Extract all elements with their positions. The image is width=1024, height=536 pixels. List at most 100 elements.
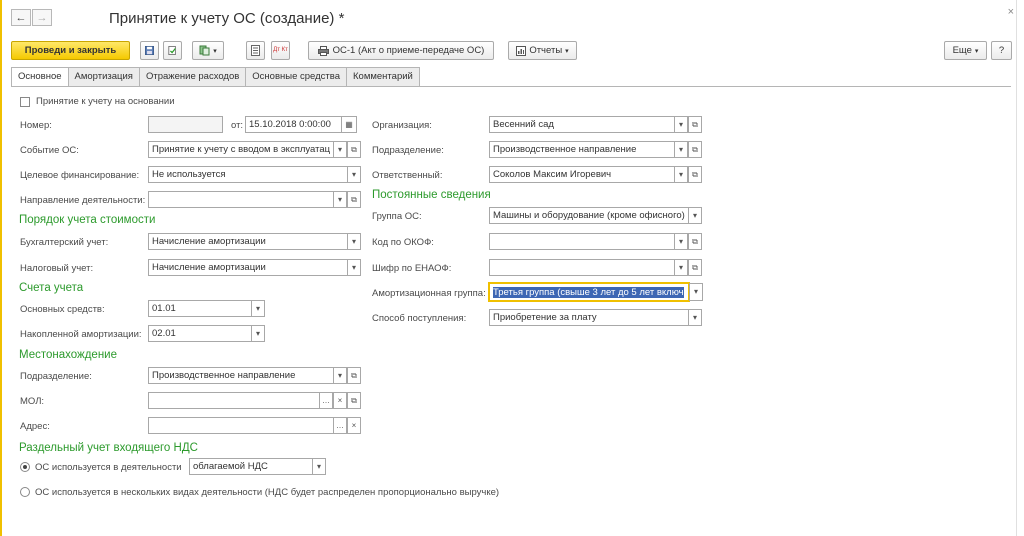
accounting-field[interactable]: Начисление амортизации xyxy=(148,233,348,250)
receipt-method-dropdown[interactable]: ▾ xyxy=(688,309,702,326)
open-icon: ⧉ xyxy=(692,145,698,154)
close-icon[interactable]: × xyxy=(1008,6,1014,18)
tax-dropdown[interactable]: ▾ xyxy=(347,259,361,276)
structure-button[interactable] xyxy=(246,41,265,60)
organization-field[interactable]: Весенний сад xyxy=(489,116,675,133)
open-icon: ⧉ xyxy=(692,263,698,272)
radio-single-activity[interactable] xyxy=(20,462,30,472)
tax-field[interactable]: Начисление амортизации xyxy=(148,259,348,276)
tab-bar: Основное Амортизация Отражение расходов … xyxy=(11,67,420,87)
save-button[interactable] xyxy=(140,41,159,60)
section-constant-info: Постоянные сведения xyxy=(372,189,491,201)
amortization-group-dropdown[interactable]: ▾ xyxy=(689,283,703,301)
address-select-button[interactable]: … xyxy=(333,417,347,434)
target-field[interactable]: Не используется xyxy=(148,166,348,183)
chevron-down-icon: ▾ xyxy=(255,304,260,313)
enaof-field[interactable] xyxy=(489,259,675,276)
depreciation-account-dropdown[interactable]: ▾ xyxy=(251,325,265,342)
division-open-button[interactable]: ⧉ xyxy=(688,141,702,158)
enaof-dropdown[interactable]: ▾ xyxy=(674,259,688,276)
depreciation-account-field[interactable]: 02.01 xyxy=(148,325,252,342)
page-title: Принятие к учету ОС (создание) * xyxy=(109,10,345,27)
open-icon: ⧉ xyxy=(351,145,357,154)
list-document-icon xyxy=(251,45,260,56)
date-label: от: xyxy=(231,120,244,131)
window-edge xyxy=(0,0,2,536)
location-division-open-button[interactable]: ⧉ xyxy=(347,367,361,384)
mol-field[interactable] xyxy=(148,392,320,409)
back-arrow-icon: ← xyxy=(15,11,27,24)
tab-comment[interactable]: Комментарий xyxy=(346,67,420,86)
tab-main[interactable]: Основное xyxy=(11,67,69,87)
tab-expenses[interactable]: Отражение расходов xyxy=(138,67,247,86)
back-button[interactable]: ← xyxy=(11,9,31,26)
ellipsis-icon: … xyxy=(336,421,344,430)
fixed-assets-account-label: Основных средств: xyxy=(20,304,105,315)
chevron-down-icon: ▾ xyxy=(337,145,342,154)
tab-depreciation[interactable]: Амортизация xyxy=(67,67,140,86)
okof-field[interactable] xyxy=(489,233,675,250)
event-dropdown[interactable]: ▾ xyxy=(333,141,347,158)
ellipsis-icon: … xyxy=(322,396,330,405)
section-cost-order: Порядок учета стоимости xyxy=(19,214,156,226)
more-button[interactable]: Еще ▾ xyxy=(944,41,987,60)
receipt-method-field[interactable]: Приобретение за плату xyxy=(489,309,689,326)
number-field[interactable] xyxy=(148,116,223,133)
vat-activity-field[interactable]: облагаемой НДС xyxy=(189,458,313,475)
direction-open-button[interactable]: ⧉ xyxy=(347,191,361,208)
division-dropdown[interactable]: ▾ xyxy=(674,141,688,158)
target-label: Целевое финансирование: xyxy=(20,170,140,181)
mol-select-button[interactable]: … xyxy=(319,392,333,409)
open-icon: ⧉ xyxy=(351,396,357,405)
group-dropdown[interactable]: ▾ xyxy=(688,207,702,224)
dt-kt-button[interactable]: Дт Кт xyxy=(271,41,290,60)
target-dropdown[interactable]: ▾ xyxy=(347,166,361,183)
create-based-on-button[interactable]: ▾ xyxy=(192,41,224,60)
open-icon: ⧉ xyxy=(692,170,698,179)
direction-dropdown[interactable]: ▾ xyxy=(333,191,347,208)
chevron-down-icon: ▾ xyxy=(974,47,979,55)
clear-icon: × xyxy=(337,396,343,405)
tab-fixed-assets[interactable]: Основные средства xyxy=(245,67,347,86)
reports-button[interactable]: Отчеты ▾ xyxy=(508,41,577,60)
vat-activity-dropdown[interactable]: ▾ xyxy=(312,458,326,475)
radio-multiple-activities[interactable] xyxy=(20,487,30,497)
help-button[interactable]: ? xyxy=(991,41,1012,60)
address-clear-button[interactable]: × xyxy=(347,417,361,434)
address-field[interactable] xyxy=(148,417,334,434)
calendar-button[interactable]: ▦ xyxy=(341,116,357,133)
organization-dropdown[interactable]: ▾ xyxy=(674,116,688,133)
okof-open-button[interactable]: ⧉ xyxy=(688,233,702,250)
responsible-field[interactable]: Соколов Максим Игоревич xyxy=(489,166,675,183)
mol-open-button[interactable]: ⧉ xyxy=(347,392,361,409)
radio-multiple-activities-label: ОС используется в нескольких видах деяте… xyxy=(35,487,500,498)
post-button[interactable] xyxy=(163,41,182,60)
okof-dropdown[interactable]: ▾ xyxy=(674,233,688,250)
accounting-label: Бухгалтерский учет: xyxy=(20,237,109,248)
section-location: Местонахождение xyxy=(19,349,117,361)
enaof-open-button[interactable]: ⧉ xyxy=(688,259,702,276)
date-field[interactable]: 15.10.2018 0:00:00 xyxy=(245,116,342,133)
printer-icon xyxy=(317,45,329,56)
division-field[interactable]: Производственное направление xyxy=(489,141,675,158)
accounting-dropdown[interactable]: ▾ xyxy=(347,233,361,250)
forward-button[interactable]: → xyxy=(32,9,52,26)
calendar-icon: ▦ xyxy=(345,120,353,129)
direction-field[interactable] xyxy=(148,191,334,208)
organization-open-button[interactable]: ⧉ xyxy=(688,116,702,133)
location-division-field[interactable]: Производственное направление xyxy=(148,367,334,384)
responsible-open-button[interactable]: ⧉ xyxy=(688,166,702,183)
event-field[interactable]: Принятие к учету с вводом в эксплуатац xyxy=(148,141,334,158)
event-open-button[interactable]: ⧉ xyxy=(347,141,361,158)
os1-print-button[interactable]: ОС-1 (Акт о приеме-передаче ОС) xyxy=(308,41,494,60)
responsible-dropdown[interactable]: ▾ xyxy=(674,166,688,183)
location-division-dropdown[interactable]: ▾ xyxy=(333,367,347,384)
based-on-checkbox[interactable] xyxy=(20,97,30,107)
fixed-assets-account-dropdown[interactable]: ▾ xyxy=(251,300,265,317)
amortization-group-field[interactable]: Третья группа (свыше 3 лет до 5 лет вклю… xyxy=(488,282,690,302)
group-field[interactable]: Машины и оборудование (кроме офисного) xyxy=(489,207,689,224)
mol-clear-button[interactable]: × xyxy=(333,392,347,409)
clear-icon: × xyxy=(351,421,357,430)
post-and-close-button[interactable]: Проведи и закрыть xyxy=(11,41,130,60)
fixed-assets-account-field[interactable]: 01.01 xyxy=(148,300,252,317)
